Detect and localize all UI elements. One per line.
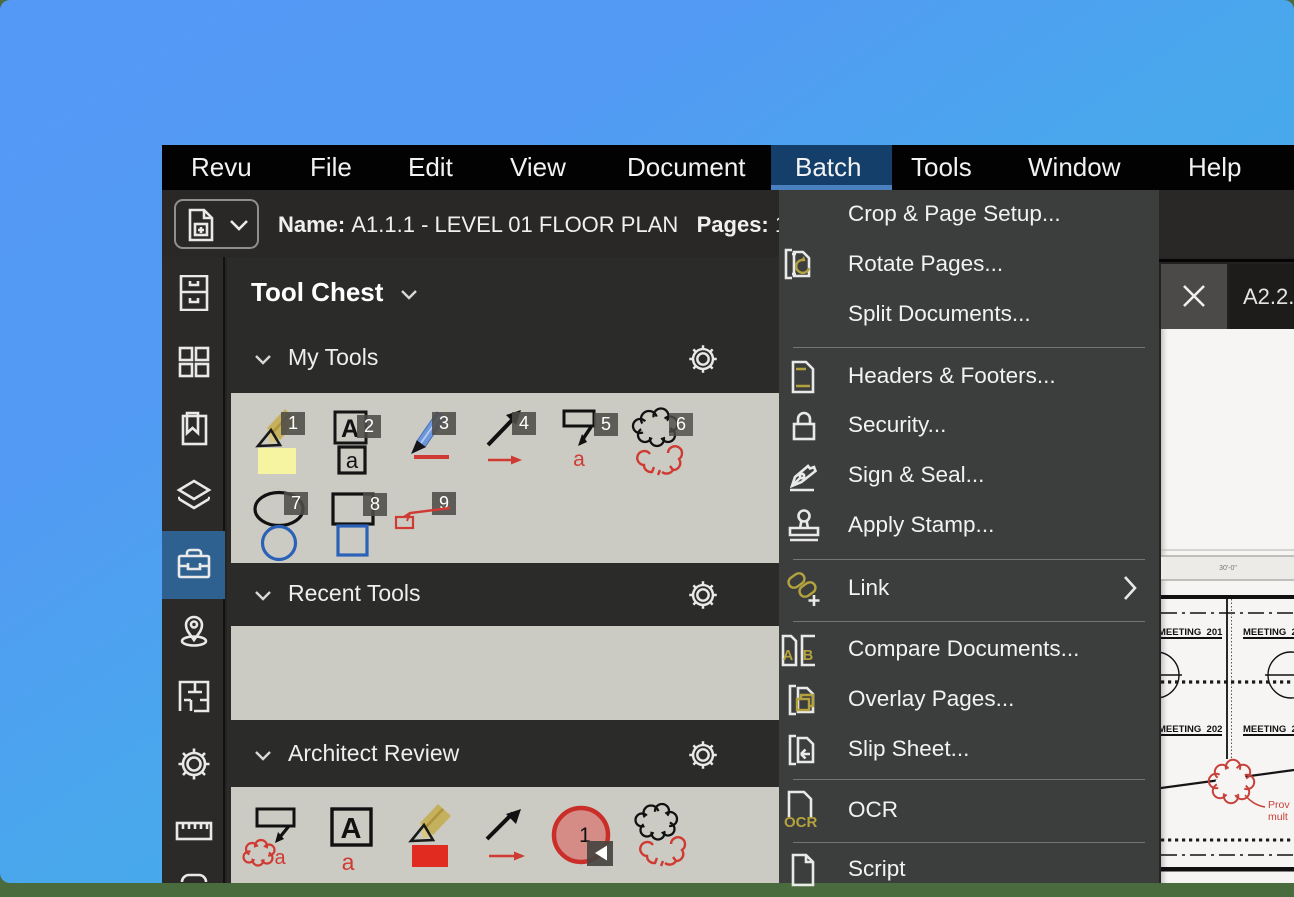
svg-text:MEETING 2: MEETING 2 [1243, 724, 1294, 735]
svg-text:4: 4 [519, 413, 529, 433]
svg-text:a: a [342, 849, 355, 875]
svg-text:30'-0": 30'-0" [1219, 565, 1237, 572]
svg-text:8: 8 [370, 494, 380, 514]
svg-text:1: 1 [288, 413, 298, 433]
svg-text:a: a [274, 847, 286, 869]
svg-text:2: 2 [364, 416, 374, 436]
svg-text:3: 3 [439, 413, 449, 433]
svg-text:B: B [803, 648, 813, 664]
svg-text:6: 6 [676, 414, 686, 434]
svg-text:OCR: OCR [784, 814, 818, 831]
svg-text:7: 7 [291, 493, 301, 513]
svg-text:Prov: Prov [1268, 799, 1290, 811]
svg-text:MEETING 2: MEETING 2 [1243, 627, 1294, 638]
svg-text:A: A [783, 648, 794, 664]
svg-text:a: a [346, 448, 359, 473]
svg-text:MEETING 201: MEETING 201 [1161, 627, 1223, 638]
svg-text:A: A [341, 415, 359, 443]
svg-text:a: a [573, 448, 585, 471]
svg-text:A: A [341, 813, 362, 845]
svg-text:MEETING 202: MEETING 202 [1161, 724, 1222, 735]
svg-text:5: 5 [601, 414, 611, 434]
svg-text:mult: mult [1268, 811, 1288, 823]
